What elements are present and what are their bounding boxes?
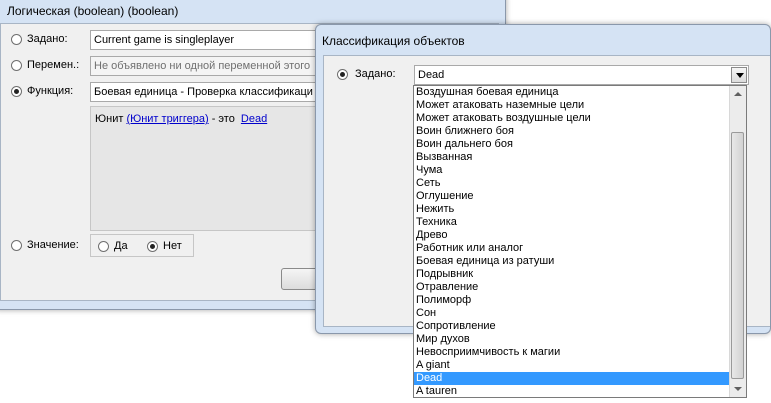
yes-label: Да — [114, 240, 128, 252]
dropdown-option[interactable]: Воздушная боевая единица — [414, 86, 746, 99]
function-value-text: Боевая единица - Проверка классификаци — [94, 86, 313, 98]
dropdown-option[interactable]: Работник или аналог — [414, 242, 746, 255]
dropdown-option[interactable]: Древо — [414, 229, 746, 242]
description-prefix: Юнит — [95, 113, 124, 125]
function-description: Юнит (Юнит триггера) - это Dead — [95, 113, 267, 125]
classification-link[interactable]: Dead — [241, 113, 267, 125]
value-label: Значение: — [27, 239, 79, 251]
dropdown-option[interactable]: Может атаковать воздушные цели — [414, 112, 746, 125]
classification-selected-value: Dead — [418, 69, 445, 81]
dropdown-option[interactable]: Подрывник — [414, 268, 746, 281]
classification-options: Воздушная боевая единица Может атаковать … — [414, 86, 746, 397]
function-description-box: Юнит (Юнит триггера) - это Dead — [90, 106, 330, 231]
dropdown-option[interactable]: Нежить — [414, 203, 746, 216]
scrollbar-thumb[interactable] — [731, 132, 744, 379]
classification-set-label: Задано: — [355, 68, 396, 80]
dropdown-option[interactable]: A tauren — [414, 385, 746, 397]
classification-combobox[interactable]: Dead — [414, 65, 749, 85]
function-field[interactable]: Боевая единица - Проверка классификаци — [90, 82, 330, 102]
classification-set-radio[interactable] — [337, 69, 348, 80]
yes-radio[interactable] — [98, 241, 109, 252]
dropdown-option[interactable]: Сон — [414, 307, 746, 320]
dropdown-option[interactable]: Мир духов — [414, 333, 746, 346]
classification-dialog-title: Классификация объектов — [322, 34, 465, 48]
scroll-up-icon[interactable] — [730, 86, 746, 102]
dropdown-option[interactable]: Боевая единица из ратуши — [414, 255, 746, 268]
variable-label: Перемен.: — [27, 59, 80, 71]
classification-dropdown-list[interactable]: Воздушная боевая единица Может атаковать … — [413, 85, 747, 398]
variable-field[interactable]: Не объявлено ни одной переменной этого — [90, 56, 330, 76]
set-label: Задано: — [27, 33, 68, 45]
dropdown-option[interactable]: Может атаковать наземные цели — [414, 99, 746, 112]
variable-value-text: Не объявлено ни одной переменной этого — [94, 60, 311, 72]
set-value-text: Current game is singleplayer — [94, 34, 235, 46]
description-middle: - это — [211, 113, 235, 125]
variable-radio[interactable] — [11, 60, 22, 71]
set-value-field[interactable]: Current game is singleplayer — [90, 30, 330, 50]
value-radio[interactable] — [11, 240, 22, 251]
dropdown-option[interactable]: Оглушение — [414, 190, 746, 203]
dropdown-option[interactable]: Сеть — [414, 177, 746, 190]
scroll-down-icon[interactable] — [730, 381, 746, 397]
dropdown-option[interactable]: Воин дальнего боя — [414, 138, 746, 151]
dropdown-option[interactable]: Техника — [414, 216, 746, 229]
dropdown-option[interactable]: A giant — [414, 359, 746, 372]
dropdown-option[interactable]: Чума — [414, 164, 746, 177]
dropdown-scrollbar[interactable] — [729, 86, 746, 397]
dropdown-option[interactable]: Невосприимчивость к магии — [414, 346, 746, 359]
dropdown-option[interactable]: Воин ближнего боя — [414, 125, 746, 138]
dropdown-option[interactable]: Отравление — [414, 281, 746, 294]
trigger-unit-link[interactable]: (Юнит триггера) — [126, 113, 208, 125]
function-radio[interactable] — [11, 86, 22, 97]
dropdown-option[interactable]: Сопротивление — [414, 320, 746, 333]
function-label: Функция: — [27, 85, 74, 97]
dropdown-option[interactable]: Полиморф — [414, 294, 746, 307]
dropdown-option[interactable]: Вызванная — [414, 151, 746, 164]
value-group: Да Нет — [90, 234, 194, 257]
chevron-down-icon[interactable] — [731, 67, 747, 83]
dropdown-option[interactable]: Dead — [414, 372, 746, 385]
no-radio[interactable] — [147, 241, 158, 252]
boolean-dialog-title: Логическая (boolean) (boolean) — [7, 4, 179, 18]
no-label: Нет — [163, 240, 182, 252]
set-radio[interactable] — [11, 34, 22, 45]
